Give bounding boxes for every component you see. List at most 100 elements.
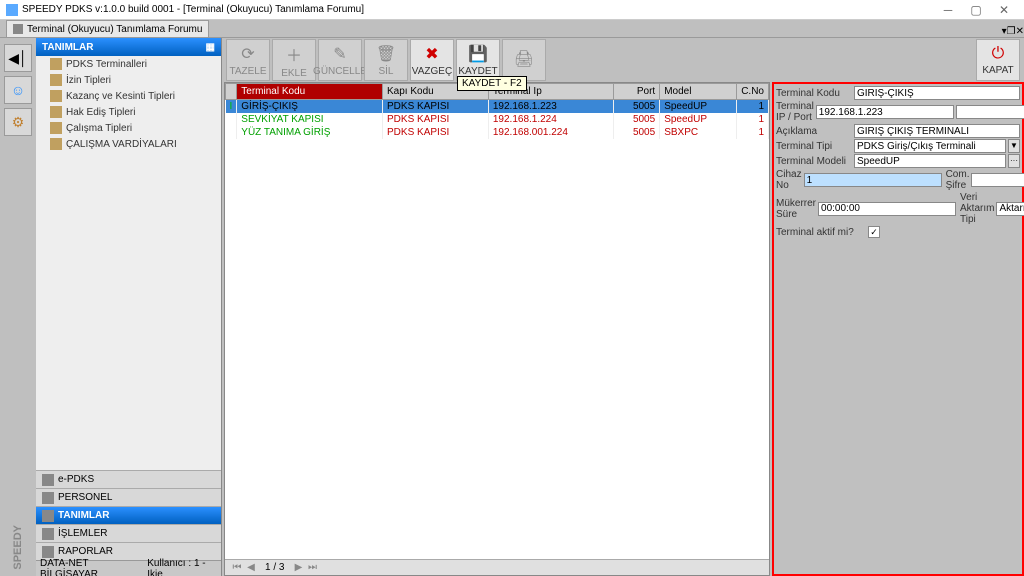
folder-icon <box>50 106 62 118</box>
print-button[interactable]: 🖨 <box>502 39 546 81</box>
tree-label: Kazanç ve Kesinti Tipleri <box>66 91 175 102</box>
inp-port[interactable] <box>956 105 1024 119</box>
sidebar-menu-icon[interactable]: ▦ <box>206 42 215 53</box>
tree-label: Hak Ediş Tipleri <box>66 107 135 118</box>
btn-label: TAZELE <box>229 66 266 77</box>
cell: SpeedUP <box>660 100 737 114</box>
titlebar: SPEEDY PDKS v:1.0.0 build 0001 - [Termin… <box>0 0 1024 20</box>
lookup-icon[interactable]: ··· <box>1008 154 1020 168</box>
tree-label: PDKS Terminalleri <box>66 59 147 70</box>
table-row[interactable]: YÜZ TANIMA GİRİŞ PDKS KAPISI 192.168.001… <box>226 126 769 139</box>
refresh-icon: ⟳ <box>241 44 254 64</box>
close-form-button[interactable]: ⏻KAPAT <box>976 39 1020 81</box>
inp-mukerrer[interactable] <box>818 202 956 216</box>
col-cno[interactable]: C.No <box>737 84 769 100</box>
nav-last[interactable]: ⏭ <box>306 562 318 573</box>
tree-item-hakedis[interactable]: Hak Ediş Tipleri <box>36 104 221 120</box>
col-port[interactable]: Port <box>613 84 659 100</box>
form-tab-label: Terminal (Okuyucu) Tanımlama Forumu <box>27 24 202 35</box>
table-row[interactable]: SEVKİYAT KAPISI PDKS KAPISI 192.168.1.22… <box>226 113 769 126</box>
maximize-button[interactable]: ▢ <box>962 1 990 19</box>
cell: 192.168.001.224 <box>488 126 613 139</box>
inp-aciklama[interactable] <box>854 124 1020 138</box>
mdi-restore-button[interactable]: ❐ <box>1007 26 1016 37</box>
nav-prev[interactable]: ◀ <box>245 562 257 573</box>
save-tooltip: KAYDET - F2 <box>457 76 527 91</box>
btn-label: KAPAT <box>982 65 1013 76</box>
form-icon <box>13 24 23 34</box>
tree-item-terminaller[interactable]: PDKS Terminalleri <box>36 56 221 72</box>
folder-icon <box>50 74 62 86</box>
cell: 5005 <box>613 113 659 126</box>
nav-next[interactable]: ▶ <box>292 562 304 573</box>
tree-item-izin[interactable]: İzin Tipleri <box>36 72 221 88</box>
add-icon: ＋ <box>286 42 302 66</box>
acc-label: TANIMLAR <box>58 510 109 521</box>
delete-button[interactable]: 🗑SİL <box>364 39 408 81</box>
lbl-mukerrer: Mükerrer Süre <box>776 198 816 220</box>
tree-label: Çalışma Tipleri <box>66 123 132 134</box>
cell: PDKS KAPISI <box>383 126 489 139</box>
sidebar-status: DATA-NET BİLGİSAYAR Kullanıcı : 1 - Ikie <box>36 560 221 576</box>
inp-com[interactable] <box>971 173 1024 187</box>
cancel-button[interactable]: ✖ VAZGEÇ <box>410 39 454 81</box>
inp-aktarim[interactable] <box>996 202 1024 216</box>
acc-label: RAPORLAR <box>58 546 113 557</box>
gear-icon <box>42 474 54 486</box>
dropdown-icon[interactable]: ▼ <box>1008 139 1020 153</box>
cell: SBXPC <box>660 126 737 139</box>
acc-label: e-PDKS <box>58 474 94 485</box>
inp-tip[interactable] <box>854 139 1006 153</box>
tree-item-kazanc[interactable]: Kazanç ve Kesinti Tipleri <box>36 88 221 104</box>
inp-ip[interactable] <box>816 105 954 119</box>
chart-icon <box>42 546 54 558</box>
lbl-aktarim: Veri Aktarım Tipi <box>958 192 994 225</box>
inp-kodu[interactable] <box>854 86 1020 100</box>
table-row[interactable]: I GİRİŞ-ÇIKIŞ PDKS KAPISI 192.168.1.223 … <box>226 100 769 114</box>
rail-users-button[interactable]: ☺ <box>4 76 32 104</box>
cell: 5005 <box>613 100 659 114</box>
save-button[interactable]: 💾KAYDET KAYDET - F2 <box>456 39 500 81</box>
tree-item-vardiya[interactable]: ÇALIŞMA VARDİYALARI <box>36 136 221 152</box>
nav-first[interactable]: ⏮ <box>231 562 243 573</box>
btn-label: VAZGEÇ <box>412 66 452 77</box>
btn-label: EKLE <box>281 68 307 79</box>
cancel-icon: ✖ <box>425 44 438 64</box>
data-grid[interactable]: Terminal Kodu Kapı Kodu Terminal Ip Port… <box>225 83 769 559</box>
mdi-close-button[interactable]: ✕ <box>1016 26 1024 37</box>
cell: 1 <box>737 126 769 139</box>
list-icon <box>42 510 54 522</box>
inp-cihaz[interactable] <box>804 173 942 187</box>
cell: PDKS KAPISI <box>383 113 489 126</box>
lbl-aciklama: Açıklama <box>776 126 852 137</box>
sidebar-tree: PDKS Terminalleri İzin Tipleri Kazanç ve… <box>36 56 221 470</box>
acc-epdks[interactable]: e-PDKS <box>36 470 221 488</box>
minimize-button[interactable]: ─ <box>934 1 962 19</box>
acc-islemler[interactable]: İŞLEMLER <box>36 524 221 542</box>
col-model[interactable]: Model <box>660 84 737 100</box>
rail-collapse-button[interactable]: ◀│ <box>4 44 32 72</box>
acc-label: İŞLEMLER <box>58 528 107 539</box>
lbl-kodu: Terminal Kodu <box>776 88 852 99</box>
btn-label: KAYDET <box>458 66 497 77</box>
print-icon: 🖨 <box>514 49 534 69</box>
close-button[interactable]: ✕ <box>990 1 1018 19</box>
brand-label: SPEEDY <box>12 525 24 570</box>
add-button[interactable]: ＋ EKLE <box>272 39 316 81</box>
acc-tanimlar[interactable]: TANIMLAR <box>36 506 221 524</box>
bolt-icon <box>42 528 54 540</box>
update-button[interactable]: ✎GÜNCELLE <box>318 39 362 81</box>
tree-item-calisma[interactable]: Çalışma Tipleri <box>36 120 221 136</box>
tree-label: İzin Tipleri <box>66 75 111 86</box>
inp-model[interactable] <box>854 154 1006 168</box>
rail-config-button[interactable]: ⚙ <box>4 108 32 136</box>
form-tab[interactable]: Terminal (Okuyucu) Tanımlama Forumu <box>6 20 209 37</box>
acc-personel[interactable]: PERSONEL <box>36 488 221 506</box>
main-area: ⟳ TAZELE ＋ EKLE ✎GÜNCELLE 🗑SİL ✖ VAZGEÇ 💾KA… <box>222 38 1024 576</box>
status-host: DATA-NET BİLGİSAYAR <box>40 558 139 576</box>
cell: 1 <box>737 113 769 126</box>
col-terminal-kodu[interactable]: Terminal Kodu <box>237 84 383 100</box>
refresh-button[interactable]: ⟳ TAZELE <box>226 39 270 81</box>
folder-icon <box>50 138 62 150</box>
chk-aktif[interactable]: ✓ <box>868 226 880 238</box>
